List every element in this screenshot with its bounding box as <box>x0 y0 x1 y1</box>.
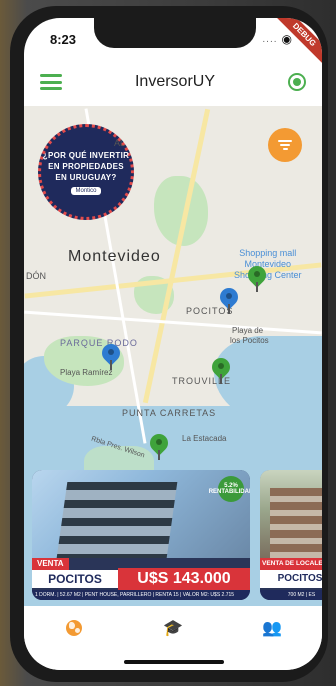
rent-badge: 5.2% RENTABILIDAD <box>209 476 250 502</box>
status-icons: .... ◉ <box>262 32 292 46</box>
app-title: InversorUY <box>134 73 216 90</box>
graduation-cap-icon: 🎓 <box>163 620 183 637</box>
promo-line-1: ¿POR QUÉ INVERTIR <box>42 150 130 160</box>
property-pin[interactable] <box>216 284 242 314</box>
nav-explore-button[interactable] <box>54 616 94 640</box>
status-time: 8:23 <box>50 32 77 47</box>
nav-learn-button[interactable]: 🎓 <box>153 616 193 640</box>
promo-line-3: EN URUGUAY? <box>55 172 117 182</box>
price-label: U$S 143.000 <box>118 568 250 590</box>
map-label-al: AL <box>114 138 126 148</box>
property-specs: 1 DORM. | 52.67 M2 | PENT HOUSE, PARRILL… <box>32 590 250 600</box>
property-specs: 700 M2 | ES <box>260 590 322 600</box>
nav-people-button[interactable]: 👥 <box>252 616 292 640</box>
promo-logo: Montico <box>71 186 101 195</box>
mall-label-3: Shopping Center <box>234 270 302 280</box>
filter-button[interactable] <box>268 128 302 162</box>
property-card[interactable]: VENTA DE LOCALES I POCITOS 700 M2 | ES <box>260 470 322 600</box>
property-carousel[interactable]: 5.2% RENTABILIDAD VENTA POCITOS U$S 143.… <box>24 470 322 600</box>
mall-label: Shopping mall Montevideo Shopping Center <box>234 248 302 281</box>
map-label-la-estacada: La Estacada <box>182 434 227 443</box>
mall-label-1: Shopping mall <box>239 248 297 258</box>
property-pin[interactable] <box>244 262 270 292</box>
signal-indicator: .... <box>262 33 278 45</box>
hamburger-menu-icon[interactable] <box>40 74 62 90</box>
globe-icon <box>65 620 82 636</box>
neighborhood-label: POCITOS <box>260 570 322 588</box>
promo-line-2: EN PROPIEDADES <box>48 161 124 171</box>
notch <box>94 18 256 48</box>
property-pin[interactable] <box>208 354 234 384</box>
property-photo <box>260 470 322 558</box>
map-label-punta-carretas: PUNTA CARRETAS <box>122 408 217 418</box>
my-location-icon[interactable] <box>288 73 306 91</box>
home-indicator[interactable] <box>124 660 224 664</box>
building-image <box>56 482 178 558</box>
property-card[interactable]: 5.2% RENTABILIDAD VENTA POCITOS U$S 143.… <box>32 470 250 600</box>
app-bar: InversorUY <box>24 58 322 106</box>
map-label-playa-pocitos-2: los Pocitos <box>230 336 269 345</box>
building-image <box>270 488 322 558</box>
wifi-icon: ◉ <box>281 32 292 46</box>
map-label-playa-pocitos-1: Playa de <box>232 326 264 335</box>
app-screen: 8:23 .... ◉ DEBUG InversorUY ¿POR QUÉ IN… <box>24 18 322 670</box>
neighborhood-label: POCITOS <box>32 570 118 588</box>
street <box>24 310 322 335</box>
operation-tag: VENTA <box>32 558 69 570</box>
filter-icon <box>278 140 292 150</box>
users-icon: 👥 <box>262 620 283 637</box>
map-label-parque-rodo: PARQUE RODO <box>60 338 138 348</box>
city-label: Montevideo <box>68 248 161 265</box>
property-pin[interactable] <box>146 430 172 460</box>
map-label-don: DÓN <box>26 271 46 281</box>
property-pin[interactable] <box>98 340 124 370</box>
operation-tag: VENTA DE LOCALES I <box>260 558 322 570</box>
mall-label-2: Montevideo <box>244 259 292 269</box>
